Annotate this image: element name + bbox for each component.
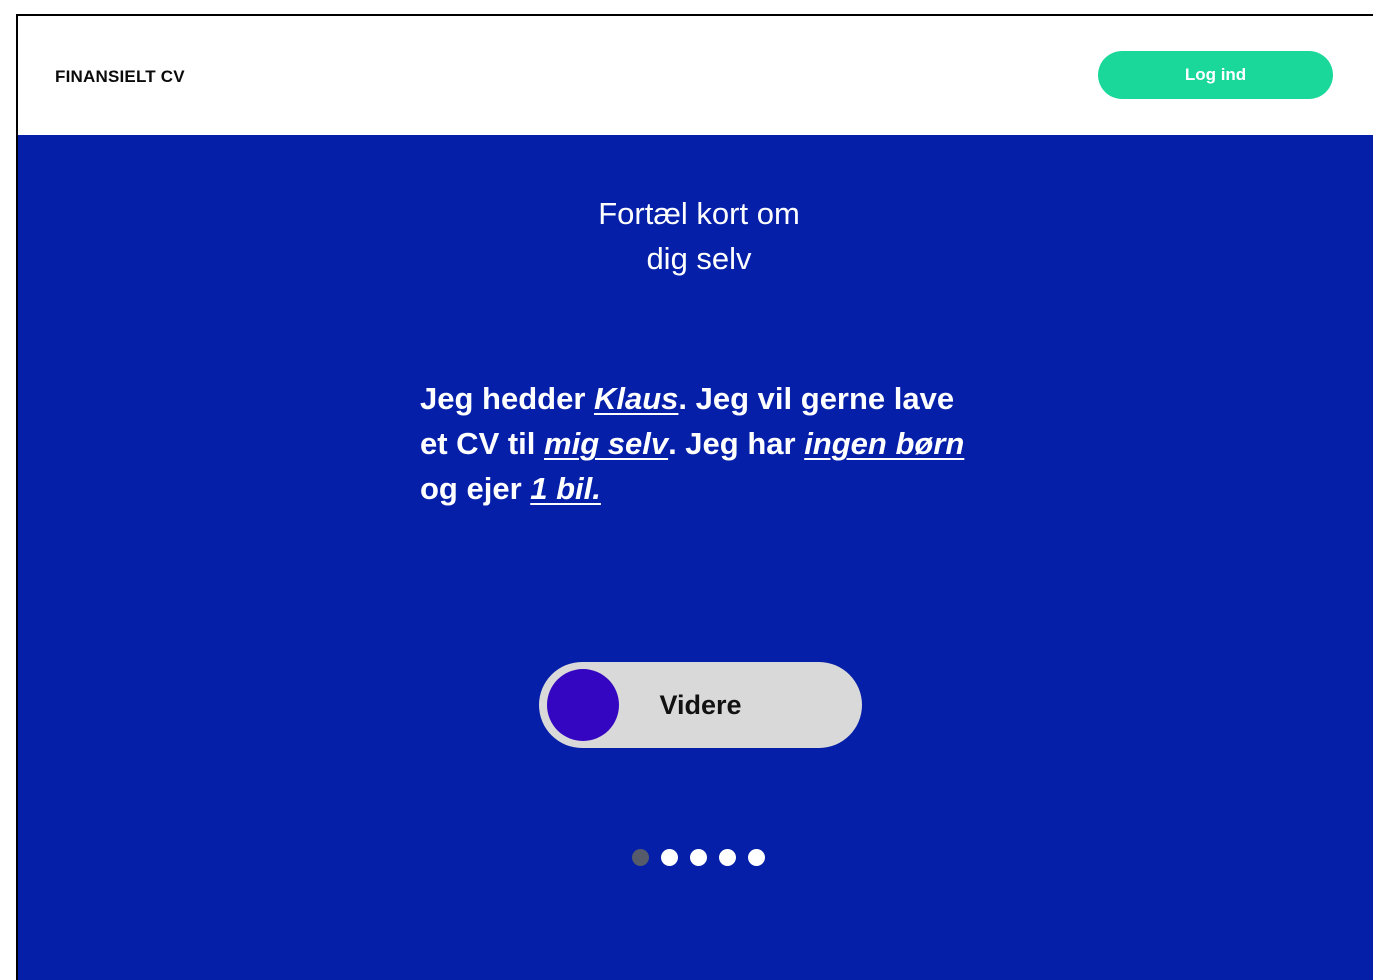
pagination-dot-4[interactable] — [719, 849, 736, 866]
statement-text-1: Jeg hedder — [420, 381, 594, 416]
pagination-dot-5[interactable] — [748, 849, 765, 866]
name-field[interactable]: Klaus — [594, 381, 678, 416]
login-button[interactable]: Log ind — [1098, 51, 1333, 99]
statement-text-3: . Jeg har — [668, 426, 805, 461]
pagination-dot-1[interactable] — [632, 849, 649, 866]
page-title: Fortæl kort om dig selv — [18, 191, 1373, 281]
pagination-dot-3[interactable] — [690, 849, 707, 866]
pagination-dots — [632, 849, 765, 866]
brand-logo-text: FINANSIELT CV — [55, 67, 185, 86]
page-title-line-1: Fortæl kort om — [598, 196, 800, 231]
app-frame: FINANSIELT CV Log ind Fortæl kort om dig… — [16, 14, 1373, 980]
cv-for-field[interactable]: mig selv — [544, 426, 668, 461]
continue-slider[interactable]: Videre — [539, 662, 862, 748]
page-title-line-2: dig selv — [646, 241, 752, 276]
onboarding-panel: Fortæl kort om dig selv Jeg hedder Klaus… — [18, 135, 1373, 980]
top-bar: FINANSIELT CV Log ind — [18, 16, 1373, 135]
pagination-dot-2[interactable] — [661, 849, 678, 866]
profile-statement: Jeg hedder Klaus. Jeg vil gerne lave et … — [420, 376, 980, 511]
statement-text-4: og ejer — [420, 471, 531, 506]
continue-label: Videre — [659, 689, 742, 720]
children-field[interactable]: ingen børn — [804, 426, 964, 461]
cars-field[interactable]: 1 bil. — [530, 471, 601, 506]
